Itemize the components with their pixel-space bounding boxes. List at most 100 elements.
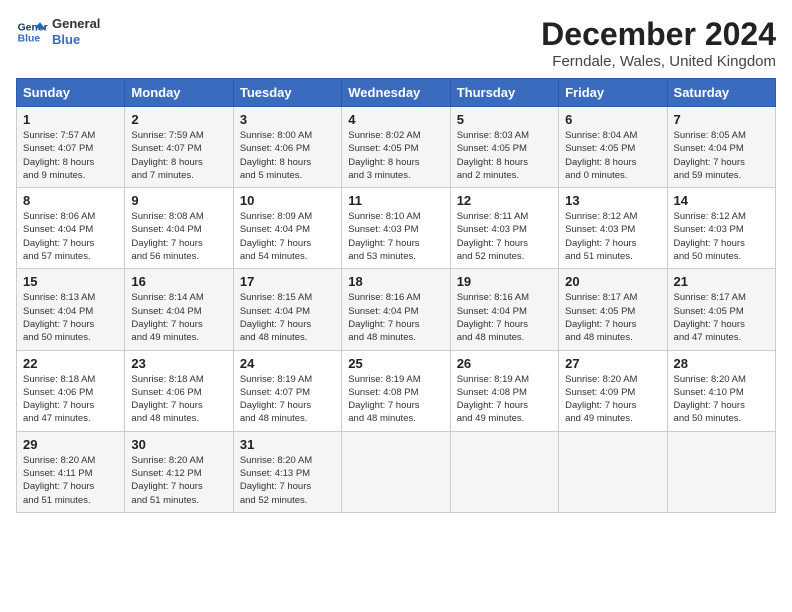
day-info: Sunrise: 8:04 AM Sunset: 4:05 PM Dayligh… <box>565 129 660 182</box>
logo-text-line1: General <box>52 16 100 32</box>
day-number: 22 <box>23 356 118 371</box>
day-info: Sunrise: 8:16 AM Sunset: 4:04 PM Dayligh… <box>348 291 443 344</box>
logo-icon: General Blue <box>16 16 48 48</box>
day-number: 29 <box>23 437 118 452</box>
weekday-header-saturday: Saturday <box>667 79 775 107</box>
day-number: 16 <box>131 274 226 289</box>
calendar-cell: 3 Sunrise: 8:00 AM Sunset: 4:06 PM Daylig… <box>233 107 341 188</box>
calendar-week-row: 15Sunrise: 8:13 AM Sunset: 4:04 PM Dayli… <box>17 269 776 350</box>
calendar-cell: 17 Sunrise: 8:15 AM Sunset: 4:04 PM Dayli… <box>233 269 341 350</box>
day-number: 20 <box>565 274 660 289</box>
day-number: 23 <box>131 356 226 371</box>
day-info: Sunrise: 8:13 AM Sunset: 4:04 PM Dayligh… <box>23 291 118 344</box>
day-info: Sunrise: 8:14 AM Sunset: 4:04 PM Dayligh… <box>131 291 226 344</box>
calendar-week-row: 1 Sunrise: 7:57 AM Sunset: 4:07 PM Daylig… <box>17 107 776 188</box>
calendar-week-row: 22Sunrise: 8:18 AM Sunset: 4:06 PM Dayli… <box>17 350 776 431</box>
calendar-table: SundayMondayTuesdayWednesdayThursdayFrid… <box>16 78 776 513</box>
day-info: Sunrise: 7:57 AM Sunset: 4:07 PM Dayligh… <box>23 129 118 182</box>
calendar-cell: 8Sunrise: 8:06 AM Sunset: 4:04 PM Daylig… <box>17 188 125 269</box>
day-number: 2 <box>131 112 226 127</box>
day-info: Sunrise: 8:12 AM Sunset: 4:03 PM Dayligh… <box>674 210 769 263</box>
day-info: Sunrise: 8:19 AM Sunset: 4:08 PM Dayligh… <box>348 373 443 426</box>
day-number: 5 <box>457 112 552 127</box>
day-number: 26 <box>457 356 552 371</box>
calendar-cell: 2 Sunrise: 7:59 AM Sunset: 4:07 PM Daylig… <box>125 107 233 188</box>
calendar-cell: 7Sunrise: 8:05 AM Sunset: 4:04 PM Daylig… <box>667 107 775 188</box>
calendar-cell: 6 Sunrise: 8:04 AM Sunset: 4:05 PM Daylig… <box>559 107 667 188</box>
calendar-cell: 5 Sunrise: 8:03 AM Sunset: 4:05 PM Daylig… <box>450 107 558 188</box>
logo-text-line2: Blue <box>52 32 100 48</box>
calendar-cell: 10 Sunrise: 8:09 AM Sunset: 4:04 PM Dayli… <box>233 188 341 269</box>
day-number: 9 <box>131 193 226 208</box>
day-number: 3 <box>240 112 335 127</box>
day-info: Sunrise: 8:16 AM Sunset: 4:04 PM Dayligh… <box>457 291 552 344</box>
weekday-header-friday: Friday <box>559 79 667 107</box>
calendar-cell: 26 Sunrise: 8:19 AM Sunset: 4:08 PM Dayli… <box>450 350 558 431</box>
weekday-header-wednesday: Wednesday <box>342 79 450 107</box>
day-number: 14 <box>674 193 769 208</box>
title-area: December 2024 Ferndale, Wales, United Ki… <box>541 16 776 70</box>
day-number: 27 <box>565 356 660 371</box>
calendar-cell: 22Sunrise: 8:18 AM Sunset: 4:06 PM Dayli… <box>17 350 125 431</box>
day-info: Sunrise: 8:20 AM Sunset: 4:13 PM Dayligh… <box>240 454 335 507</box>
calendar-cell: 12 Sunrise: 8:11 AM Sunset: 4:03 PM Dayli… <box>450 188 558 269</box>
calendar-week-row: 29 Sunrise: 8:20 AM Sunset: 4:11 PM Dayli… <box>17 431 776 512</box>
calendar-cell: 19Sunrise: 8:16 AM Sunset: 4:04 PM Dayli… <box>450 269 558 350</box>
weekday-header-sunday: Sunday <box>17 79 125 107</box>
day-number: 11 <box>348 193 443 208</box>
calendar-cell: 13 Sunrise: 8:12 AM Sunset: 4:03 PM Dayli… <box>559 188 667 269</box>
calendar-cell <box>342 431 450 512</box>
calendar-week-row: 8Sunrise: 8:06 AM Sunset: 4:04 PM Daylig… <box>17 188 776 269</box>
day-info: Sunrise: 8:19 AM Sunset: 4:08 PM Dayligh… <box>457 373 552 426</box>
calendar-cell: 9Sunrise: 8:08 AM Sunset: 4:04 PM Daylig… <box>125 188 233 269</box>
calendar-cell: 23Sunrise: 8:18 AM Sunset: 4:06 PM Dayli… <box>125 350 233 431</box>
day-info: Sunrise: 8:17 AM Sunset: 4:05 PM Dayligh… <box>565 291 660 344</box>
calendar-cell <box>450 431 558 512</box>
day-number: 10 <box>240 193 335 208</box>
day-info: Sunrise: 8:02 AM Sunset: 4:05 PM Dayligh… <box>348 129 443 182</box>
weekday-header-thursday: Thursday <box>450 79 558 107</box>
day-info: Sunrise: 8:12 AM Sunset: 4:03 PM Dayligh… <box>565 210 660 263</box>
calendar-cell: 28Sunrise: 8:20 AM Sunset: 4:10 PM Dayli… <box>667 350 775 431</box>
day-number: 18 <box>348 274 443 289</box>
calendar-cell: 16 Sunrise: 8:14 AM Sunset: 4:04 PM Dayli… <box>125 269 233 350</box>
calendar-cell: 21 Sunrise: 8:17 AM Sunset: 4:05 PM Dayli… <box>667 269 775 350</box>
day-info: Sunrise: 7:59 AM Sunset: 4:07 PM Dayligh… <box>131 129 226 182</box>
calendar-cell: 29 Sunrise: 8:20 AM Sunset: 4:11 PM Dayli… <box>17 431 125 512</box>
day-info: Sunrise: 8:17 AM Sunset: 4:05 PM Dayligh… <box>674 291 769 344</box>
weekday-header-monday: Monday <box>125 79 233 107</box>
day-number: 13 <box>565 193 660 208</box>
calendar-cell: 18 Sunrise: 8:16 AM Sunset: 4:04 PM Dayli… <box>342 269 450 350</box>
day-info: Sunrise: 8:20 AM Sunset: 4:12 PM Dayligh… <box>131 454 226 507</box>
calendar-cell <box>667 431 775 512</box>
logo: General Blue General Blue <box>16 16 100 48</box>
day-number: 17 <box>240 274 335 289</box>
calendar-header-row: SundayMondayTuesdayWednesdayThursdayFrid… <box>17 79 776 107</box>
day-number: 24 <box>240 356 335 371</box>
day-number: 6 <box>565 112 660 127</box>
calendar-cell: 31Sunrise: 8:20 AM Sunset: 4:13 PM Dayli… <box>233 431 341 512</box>
day-info: Sunrise: 8:11 AM Sunset: 4:03 PM Dayligh… <box>457 210 552 263</box>
calendar-cell: 1 Sunrise: 7:57 AM Sunset: 4:07 PM Daylig… <box>17 107 125 188</box>
day-info: Sunrise: 8:03 AM Sunset: 4:05 PM Dayligh… <box>457 129 552 182</box>
day-info: Sunrise: 8:15 AM Sunset: 4:04 PM Dayligh… <box>240 291 335 344</box>
calendar-cell: 4 Sunrise: 8:02 AM Sunset: 4:05 PM Daylig… <box>342 107 450 188</box>
svg-text:Blue: Blue <box>18 34 41 45</box>
calendar-cell: 15Sunrise: 8:13 AM Sunset: 4:04 PM Dayli… <box>17 269 125 350</box>
day-info: Sunrise: 8:09 AM Sunset: 4:04 PM Dayligh… <box>240 210 335 263</box>
day-number: 4 <box>348 112 443 127</box>
calendar-cell: 27 Sunrise: 8:20 AM Sunset: 4:09 PM Dayli… <box>559 350 667 431</box>
day-number: 12 <box>457 193 552 208</box>
day-number: 7 <box>674 112 769 127</box>
calendar-cell: 20 Sunrise: 8:17 AM Sunset: 4:05 PM Dayli… <box>559 269 667 350</box>
day-info: Sunrise: 8:20 AM Sunset: 4:09 PM Dayligh… <box>565 373 660 426</box>
day-number: 1 <box>23 112 118 127</box>
day-info: Sunrise: 8:20 AM Sunset: 4:11 PM Dayligh… <box>23 454 118 507</box>
calendar-cell: 25Sunrise: 8:19 AM Sunset: 4:08 PM Dayli… <box>342 350 450 431</box>
day-number: 21 <box>674 274 769 289</box>
day-info: Sunrise: 8:10 AM Sunset: 4:03 PM Dayligh… <box>348 210 443 263</box>
day-number: 8 <box>23 193 118 208</box>
day-info: Sunrise: 8:00 AM Sunset: 4:06 PM Dayligh… <box>240 129 335 182</box>
calendar-cell: 14 Sunrise: 8:12 AM Sunset: 4:03 PM Dayli… <box>667 188 775 269</box>
day-info: Sunrise: 8:20 AM Sunset: 4:10 PM Dayligh… <box>674 373 769 426</box>
